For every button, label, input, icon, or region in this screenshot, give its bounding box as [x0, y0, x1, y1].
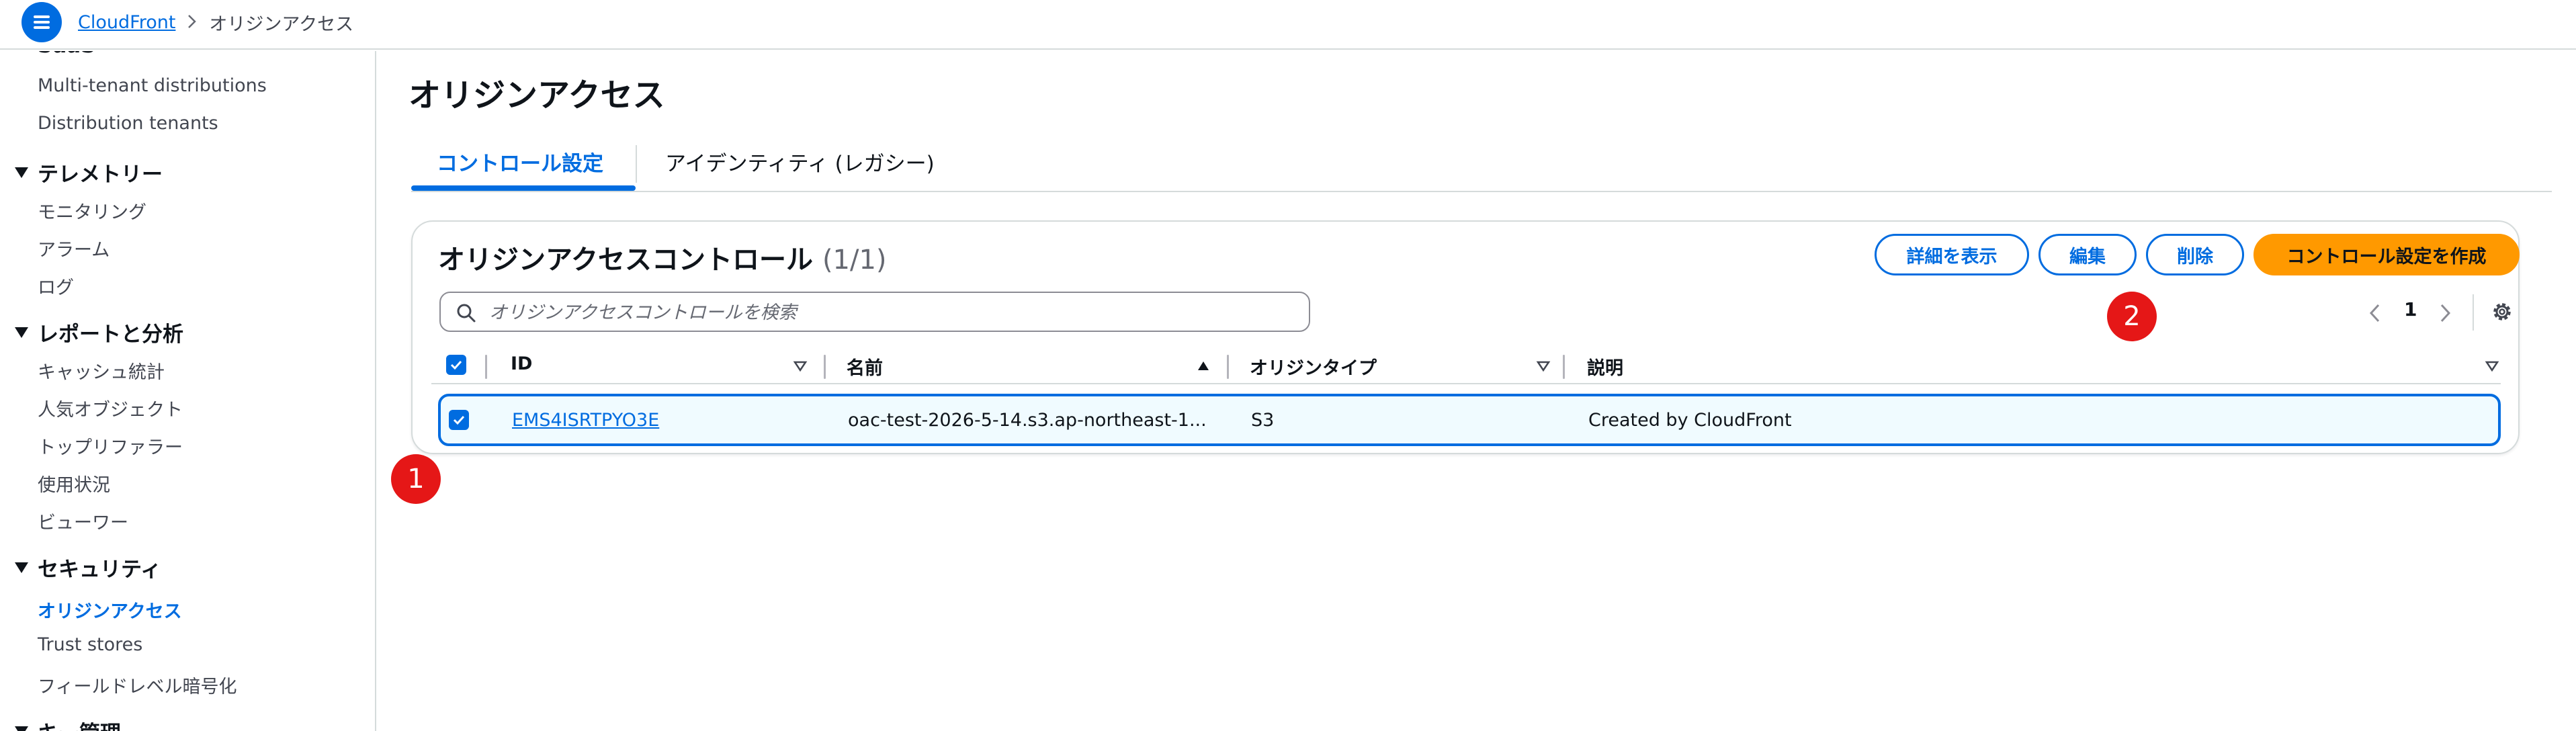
- row-name: oac-test-2026-5-14.s3.ap-northeast-1...: [848, 410, 1207, 431]
- sort-desc-icon[interactable]: [793, 359, 808, 374]
- column-separator[interactable]: [1563, 355, 1565, 379]
- breadcrumb-current: オリジンアクセス: [209, 14, 354, 35]
- annotation-badge-1: 1: [391, 454, 441, 504]
- sort-desc-icon[interactable]: [2485, 359, 2499, 374]
- active-tab-indicator: [411, 185, 636, 191]
- caret-down-icon: [15, 726, 28, 731]
- annotation-badge-2: 2: [2107, 292, 2157, 341]
- sidebar-section-label: レポートと分析: [38, 322, 183, 347]
- hamburger-menu-icon: [34, 15, 50, 18]
- hamburger-menu-icon-bar: [34, 26, 50, 29]
- table-title: オリジンアクセスコントロール (1/1): [438, 238, 887, 277]
- column-header-id[interactable]: ID: [511, 353, 532, 374]
- sidebar-item-viewers[interactable]: ビューワー: [38, 508, 128, 534]
- column-separator[interactable]: [1227, 355, 1229, 379]
- sort-asc-icon[interactable]: [1196, 359, 1211, 374]
- breadcrumb-cloudfront-link[interactable]: CloudFront: [78, 12, 175, 33]
- hamburger-menu-button[interactable]: [22, 2, 62, 42]
- column-header-name[interactable]: 名前: [847, 353, 883, 380]
- chevron-right-icon[interactable]: [2435, 300, 2455, 327]
- gear-icon[interactable]: [2489, 298, 2516, 325]
- table-count: (1/1): [822, 245, 887, 275]
- sidebar-item-top-referrers[interactable]: トップリファラー: [38, 433, 183, 459]
- column-separator[interactable]: [824, 355, 826, 379]
- sidebar-item-logs[interactable]: ログ: [38, 273, 74, 299]
- sort-desc-icon[interactable]: [1536, 359, 1551, 374]
- pagination-divider: [2473, 294, 2474, 331]
- chevron-right-icon: [186, 11, 198, 34]
- row-id-link[interactable]: EMS4ISRTPYO3E: [512, 410, 659, 431]
- sidebar-item-popular-objects[interactable]: 人気オブジェクト: [38, 395, 183, 421]
- sidebar-section-label: テレメトリー: [38, 163, 163, 187]
- table-title-text: オリジンアクセスコントロール: [438, 245, 813, 275]
- origin-access-control-table: オリジンアクセスコントロール (1/1) 詳細を表示 編集 削除 コントロール設…: [411, 220, 2520, 454]
- row-description: Created by CloudFront: [1588, 410, 1792, 431]
- breadcrumb: CloudFront オリジンアクセス: [78, 9, 353, 36]
- view-details-button[interactable]: 詳細を表示: [1875, 234, 2029, 275]
- sidebar-item-monitoring[interactable]: モニタリング: [38, 198, 146, 224]
- page-title: オリジンアクセス: [409, 77, 665, 114]
- select-all-checkbox[interactable]: [446, 355, 466, 375]
- checkmark-icon: [453, 415, 465, 425]
- hamburger-menu-icon-bar: [34, 21, 50, 24]
- sidebar-section-label: セキュリティ: [38, 558, 162, 582]
- row-origin-type: S3: [1251, 410, 1275, 431]
- sidebar-item-multi-tenant[interactable]: Multi-tenant distributions: [38, 75, 267, 96]
- sidebar-item-trust-stores[interactable]: Trust stores: [38, 634, 142, 655]
- sidebar-section-label: キー管理: [38, 716, 121, 731]
- sidebar-section-security[interactable]: セキュリティ: [15, 552, 161, 583]
- sidebar-navigation: SaaS Multi-tenant distributions Distribu…: [0, 51, 376, 731]
- top-navigation-bar: CloudFront オリジンアクセス: [0, 0, 2576, 50]
- row-checkbox[interactable]: [449, 410, 469, 430]
- caret-down-icon: [15, 562, 28, 573]
- sidebar-section-saas[interactable]: SaaS: [15, 51, 96, 58]
- pagination-page-number[interactable]: 1: [2404, 298, 2417, 320]
- sidebar-section-label: SaaS: [38, 51, 96, 58]
- edit-button[interactable]: 編集: [2038, 234, 2137, 275]
- table-row[interactable]: EMS4ISRTPYO3E oac-test-2026-5-14.s3.ap-n…: [438, 394, 2501, 446]
- caret-down-icon: [15, 167, 28, 178]
- column-header-origin-type[interactable]: オリジンタイプ: [1250, 353, 1377, 380]
- sidebar-section-reports[interactable]: レポートと分析: [15, 317, 183, 347]
- sidebar-item-cache-stats[interactable]: キャッシュ統計: [38, 357, 165, 384]
- search-icon: [457, 304, 476, 322]
- sidebar-section-telemetry[interactable]: テレメトリー: [15, 157, 163, 187]
- sidebar-item-usage[interactable]: 使用状況: [38, 470, 110, 497]
- column-separator: [485, 355, 487, 379]
- column-header-description[interactable]: 説明: [1587, 353, 1623, 380]
- chevron-left-icon[interactable]: [2365, 300, 2385, 327]
- search-field[interactable]: [439, 292, 1310, 332]
- search-input[interactable]: [489, 298, 1295, 327]
- caret-down-icon: [15, 327, 28, 338]
- checkmark-icon: [450, 360, 462, 370]
- tab-control-settings[interactable]: コントロール設定: [437, 146, 603, 177]
- sidebar-item-distribution-tenants[interactable]: Distribution tenants: [38, 113, 218, 134]
- delete-button[interactable]: 削除: [2146, 234, 2244, 275]
- create-control-setting-button[interactable]: コントロール設定を作成: [2253, 234, 2520, 275]
- sidebar-item-origin-access[interactable]: オリジンアクセス: [38, 597, 182, 623]
- table-header-row: ID 名前 オリジンタイプ 説明: [431, 347, 2501, 384]
- sidebar-section-key-management[interactable]: キー管理: [15, 716, 121, 731]
- tab-list: コントロール設定 アイデンティティ (レガシー): [411, 137, 2552, 192]
- sidebar-item-field-level-encryption[interactable]: フィールドレベル暗号化: [38, 672, 237, 698]
- sidebar-item-alarms[interactable]: アラーム: [38, 235, 110, 261]
- tab-identity-legacy[interactable]: アイデンティティ (レガシー): [665, 146, 935, 177]
- tab-divider: [636, 145, 637, 183]
